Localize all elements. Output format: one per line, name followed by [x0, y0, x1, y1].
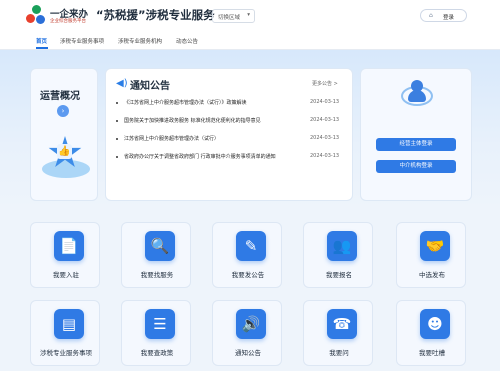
tile-complaint[interactable]: ☻ 我要吐槽 — [396, 300, 466, 366]
header: 一企来办 企业综合服务平台 “苏税援”涉税专业服务 切换区域 ▾ ⌂ 登录 — [0, 0, 500, 34]
tile-label: 通知公告 — [235, 349, 261, 357]
login-button[interactable]: ⌂ 登录 — [420, 9, 467, 22]
tile-ask-question[interactable]: ☎ 我要问 — [303, 300, 373, 366]
tile-selection-publish[interactable]: 🤝 中选发布 — [396, 222, 466, 288]
bullet-icon — [116, 102, 118, 104]
chevron-down-icon: ▾ — [247, 12, 250, 18]
thumbs-up-illustration-icon: 👍 — [40, 132, 92, 180]
notice-item-text: 江苏省网上中介服务超市管理办法（试行） — [124, 136, 220, 142]
tile-register[interactable]: 📄 我要入驻 — [30, 222, 100, 288]
notice-item[interactable]: 省政府办公厅关于调整省政府部门 行政审批中介服务事项清单的通知 2024-03-… — [116, 153, 346, 163]
megaphone-icon: ◀) — [116, 78, 128, 89]
tile-sign-up[interactable]: 👥 我要报名 — [303, 222, 373, 288]
tab-tax-service-items[interactable]: 涉税专业服务事项 — [60, 37, 104, 45]
tile-label: 中选发布 — [419, 271, 445, 279]
agency-login-button[interactable]: 中介机构登录 — [376, 160, 456, 173]
notice-item-text: 国务院关于加快推进政务服务 标准化规范化便利化的指导意见 — [124, 118, 261, 124]
notice-item[interactable]: 江苏省网上中介服务超市管理办法（试行） 2024-03-13 — [116, 135, 346, 145]
tile-find-service[interactable]: 🔍 我要找服务 — [121, 222, 191, 288]
brand-subtitle: 企业综合服务平台 — [50, 19, 86, 24]
tile-check-policy[interactable]: ☰ 我要查政策 — [121, 300, 191, 366]
search-document-icon: 🔍 — [145, 231, 175, 261]
region-switch-select[interactable]: 切换区域 ▾ — [212, 9, 255, 23]
megaphone-icon: 🔊 — [236, 309, 266, 339]
notice-item-date: 2024-03-13 — [310, 135, 340, 141]
entity-login-button[interactable]: 经营主体登录 — [376, 138, 456, 151]
feedback-icon: ☻ — [420, 309, 450, 339]
policy-list-icon: ☰ — [145, 309, 175, 339]
bullet-icon — [116, 138, 118, 140]
document-icon: 📄 — [54, 231, 84, 261]
notice-item[interactable]: 《江苏省网上中介服务超市管理办法（试行）》政策解读 2024-03-13 — [116, 99, 346, 109]
login-label: 登录 — [443, 15, 455, 21]
tile-label: 我要发公告 — [231, 271, 265, 279]
tile-label: 我要吐槽 — [419, 349, 445, 357]
brand-logo-icon — [26, 5, 48, 27]
users-icon: 👥 — [327, 231, 357, 261]
user-avatar-icon — [401, 78, 433, 110]
notice-title: 通知公告 — [130, 81, 170, 92]
tile-label: 我要查政策 — [140, 349, 174, 357]
bullet-icon — [116, 156, 118, 158]
tile-label: 涉税专业服务事项 — [40, 349, 92, 357]
page-title: “苏税援”涉税专业服务 — [96, 8, 215, 22]
notice-item-text: 《江苏省网上中介服务超市管理办法（试行）》政策解读 — [124, 100, 247, 106]
tile-label: 我要入驻 — [53, 271, 79, 279]
tile-label: 我要报名 — [326, 271, 352, 279]
region-switch-label: 切换区域 — [218, 15, 241, 21]
printer-icon: ▤ — [54, 309, 84, 339]
edit-document-icon: ✎ — [236, 231, 266, 261]
tile-tax-service-items[interactable]: ▤ 涉税专业服务事项 — [30, 300, 100, 366]
notice-item-date: 2024-03-13 — [310, 153, 340, 159]
notice-item-date: 2024-03-13 — [310, 117, 340, 123]
notice-item-text: 省政府办公厅关于调整省政府部门 行政审批中介服务事项清单的通知 — [124, 154, 276, 160]
tab-announcements[interactable]: 动态公告 — [176, 37, 198, 45]
handshake-icon: 🤝 — [420, 231, 450, 261]
user-icon: ⌂ — [429, 12, 433, 19]
overview-title: 运营概况 — [40, 91, 80, 102]
tile-label: 我要找服务 — [140, 271, 174, 279]
phone-icon: ☎ — [327, 309, 357, 339]
bullet-icon — [116, 120, 118, 122]
active-tab-indicator — [36, 47, 48, 49]
arrow-right-icon[interactable]: › — [57, 105, 69, 117]
tile-announcements[interactable]: 🔊 通知公告 — [212, 300, 282, 366]
tile-post-announcement[interactable]: ✎ 我要发公告 — [212, 222, 282, 288]
notice-item-date: 2024-03-13 — [310, 99, 340, 105]
main-nav: 首页 涉税专业服务事项 涉税专业服务机构 动态公告 — [0, 34, 500, 50]
notice-item[interactable]: 国务院关于加快推进政务服务 标准化规范化便利化的指导意见 2024-03-13 — [116, 117, 346, 127]
tab-tax-service-agencies[interactable]: 涉税专业服务机构 — [118, 37, 162, 45]
tile-label: 我要问 — [329, 349, 349, 357]
more-notices-link[interactable]: 更多公告 > — [312, 80, 338, 87]
tab-home[interactable]: 首页 — [36, 37, 47, 45]
